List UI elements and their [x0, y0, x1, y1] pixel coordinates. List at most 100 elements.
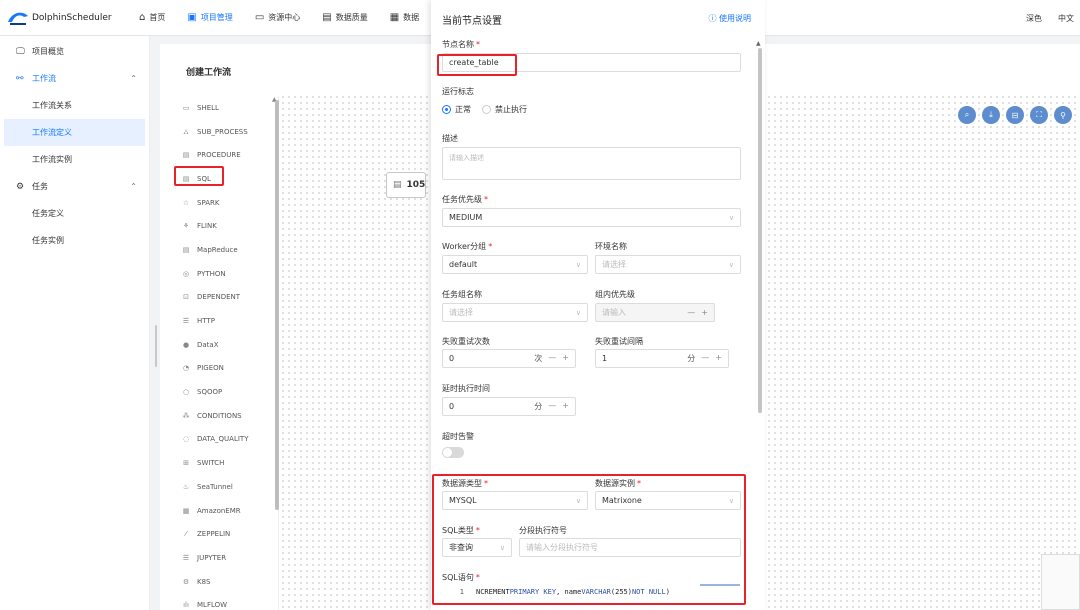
language-select[interactable]: 中文: [1058, 13, 1074, 24]
plus-icon[interactable]: +: [715, 353, 722, 364]
palette-item-label: AmazonEMR: [197, 506, 241, 515]
gear-icon: ⚙: [16, 181, 25, 192]
unit-label: 次: [534, 354, 543, 363]
worker-group-select[interactable]: default ∨: [442, 255, 588, 274]
priority-label-text: 任务优先级: [442, 195, 482, 204]
palette-item-label: SQOOP: [197, 388, 223, 397]
sidebar: 🖵 项目概览 ⚯ 工作流 ⌃ 工作流关系 工作流定义 工作流实例 ⚙ 任务 ⌃ 任务定义 …: [0, 36, 150, 610]
palette-item-shell[interactable]: ▭ SHELL: [174, 96, 278, 120]
palette-item-sqoop[interactable]: ○ SQOOP: [174, 380, 278, 404]
run-flag-normal-radio[interactable]: 正常: [442, 104, 471, 115]
palette-item-http[interactable]: ☰ HTTP: [174, 309, 278, 333]
priority-select[interactable]: MEDIUM ∨: [442, 208, 741, 227]
nav-home-label: 首页: [149, 13, 166, 22]
palette-item-label: PIGEON: [197, 364, 224, 373]
palette-item-label: SPARK: [197, 198, 220, 207]
palette-item-switch[interactable]: ⊞ SWITCH: [174, 451, 278, 475]
format-icon[interactable]: ⚲: [1054, 106, 1072, 124]
palette-item-label: DATA_QUALITY: [197, 435, 249, 444]
palette-item-python[interactable]: ◎ PYTHON: [174, 262, 278, 286]
minus-icon[interactable]: —: [548, 401, 556, 412]
mapreduce-icon: ▤: [182, 245, 190, 254]
chevron-down-icon: ∨: [575, 308, 581, 317]
delete-icon[interactable]: ⊟: [1006, 106, 1024, 124]
palette-item-spark[interactable]: ☆ SPARK: [174, 191, 278, 215]
group-priority-input[interactable]: 请输入 — +: [595, 303, 715, 322]
amazonemr-icon: ▦: [182, 506, 190, 515]
radio-label: 正常: [455, 105, 471, 114]
description-textarea[interactable]: 请输入描述: [442, 147, 741, 180]
palette-item-amazonemr[interactable]: ▦ AmazonEMR: [174, 499, 278, 523]
canvas-toolbar: ⌕ ⤓ ⊟ ⛶ ⚲: [958, 106, 1072, 124]
sidebar-item-task-definition[interactable]: 任务定义: [0, 200, 149, 227]
sidebar-item-workflow-instance[interactable]: 工作流实例: [0, 146, 149, 173]
plus-icon[interactable]: +: [562, 401, 569, 412]
palette-item-mapreduce[interactable]: ▤ MapReduce: [174, 238, 278, 262]
palette-item-flink[interactable]: ⚘ FLINK: [174, 214, 278, 238]
minus-icon[interactable]: —: [687, 308, 695, 317]
env-name-placeholder: 请选择: [602, 260, 626, 269]
palette-item-pigeon[interactable]: ◔ PIGEON: [174, 357, 278, 381]
chevron-down-icon: ∨: [728, 260, 734, 269]
theme-toggle[interactable]: 深色: [1026, 13, 1042, 24]
sidebar-item-label: 工作流: [32, 74, 56, 83]
sidebar-item-task-instance[interactable]: 任务实例: [0, 227, 149, 254]
sidebar-item-label: 工作流定义: [32, 128, 72, 137]
download-icon[interactable]: ⤓: [982, 106, 1000, 124]
sidebar-item-workflow-relation[interactable]: 工作流关系: [0, 92, 149, 119]
nav-project[interactable]: ▣ 项目管理: [176, 0, 243, 36]
app-logo[interactable]: DolphinScheduler: [6, 10, 116, 26]
palette-item-k8s[interactable]: ⚙ K8S: [174, 570, 278, 594]
timeout-alarm-switch[interactable]: [442, 447, 464, 458]
highlight-datasource-section: [432, 474, 746, 605]
palette-item-jupyter[interactable]: ☰ JUPYTER: [174, 546, 278, 570]
sidebar-item-task[interactable]: ⚙ 任务 ⌃: [0, 173, 149, 200]
canvas-minimap[interactable]: [1041, 554, 1080, 610]
sidebar-item-workflow-definition[interactable]: 工作流定义: [4, 119, 145, 146]
priority-label: 任务优先级 *: [442, 194, 488, 205]
env-name-label: 环境名称: [595, 242, 627, 251]
help-link-label: 使用说明: [719, 14, 751, 23]
palette-item-conditions[interactable]: ⁂ CONDITIONS: [174, 404, 278, 428]
help-link[interactable]: ⓘ 使用说明: [708, 13, 751, 24]
radio-unchecked-icon: [482, 105, 491, 114]
palette-item-datax[interactable]: ● DataX: [174, 333, 278, 357]
drawer-scroll-up-icon[interactable]: ▲: [756, 40, 761, 47]
sidebar-item-workflow[interactable]: ⚯ 工作流 ⌃: [0, 65, 149, 92]
retry-times-input[interactable]: 0 次 — +: [442, 349, 576, 368]
run-flag-forbidden-radio[interactable]: 禁止执行: [482, 104, 527, 115]
spark-icon: ☆: [182, 198, 190, 207]
node-name-label-text: 节点名称: [442, 40, 474, 49]
app-name: DolphinScheduler: [32, 12, 112, 23]
palette-item-mlflow[interactable]: ılı MLFLOW: [174, 593, 278, 610]
fullscreen-icon[interactable]: ⛶: [1030, 106, 1048, 124]
retry-interval-input[interactable]: 1 分 — +: [595, 349, 729, 368]
palette-item-seatunnel[interactable]: ♨ SeaTunnel: [174, 475, 278, 499]
nav-home[interactable]: ⌂ 首页: [128, 0, 176, 36]
radio-label: 禁止执行: [495, 105, 527, 114]
minus-icon[interactable]: —: [701, 353, 709, 364]
task-group-select[interactable]: 请选择 ∨: [442, 303, 588, 322]
palette-item-dependent[interactable]: ⊡ DEPENDENT: [174, 286, 278, 310]
minus-icon[interactable]: —: [548, 353, 556, 364]
nav-data-quality[interactable]: ▤ 数据质量: [311, 0, 378, 36]
palette-item-data-quality[interactable]: ◌ DATA_QUALITY: [174, 428, 278, 452]
drawer-scrollbar[interactable]: [758, 48, 762, 413]
sidebar-item-overview[interactable]: 🖵 项目概览: [0, 38, 149, 65]
plus-icon[interactable]: +: [701, 308, 708, 317]
palette-item-zeppelin[interactable]: ⁄ ZEPPELIN: [174, 522, 278, 546]
env-name-select[interactable]: 请选择 ∨: [595, 255, 741, 274]
sidebar-splitter[interactable]: [155, 325, 157, 367]
workflow-node[interactable]: ▤ 105: [386, 172, 426, 198]
palette-scrollbar[interactable]: [275, 100, 279, 510]
workflow-node-label: 105: [406, 180, 426, 190]
nav-resource[interactable]: ▭ 资源中心: [244, 0, 311, 36]
plus-icon[interactable]: +: [562, 353, 569, 364]
nav-datasource[interactable]: ▦ 数据: [379, 0, 430, 36]
palette-item-procedure[interactable]: ▤ PROCEDURE: [174, 143, 278, 167]
delay-time-input[interactable]: 0 分 — +: [442, 397, 576, 416]
required-mark: *: [488, 242, 493, 251]
palette-item-sub-process[interactable]: ⛼ SUB_PROCESS: [174, 120, 278, 144]
search-icon[interactable]: ⌕: [958, 106, 976, 124]
retry-interval-value: 1: [602, 354, 608, 363]
